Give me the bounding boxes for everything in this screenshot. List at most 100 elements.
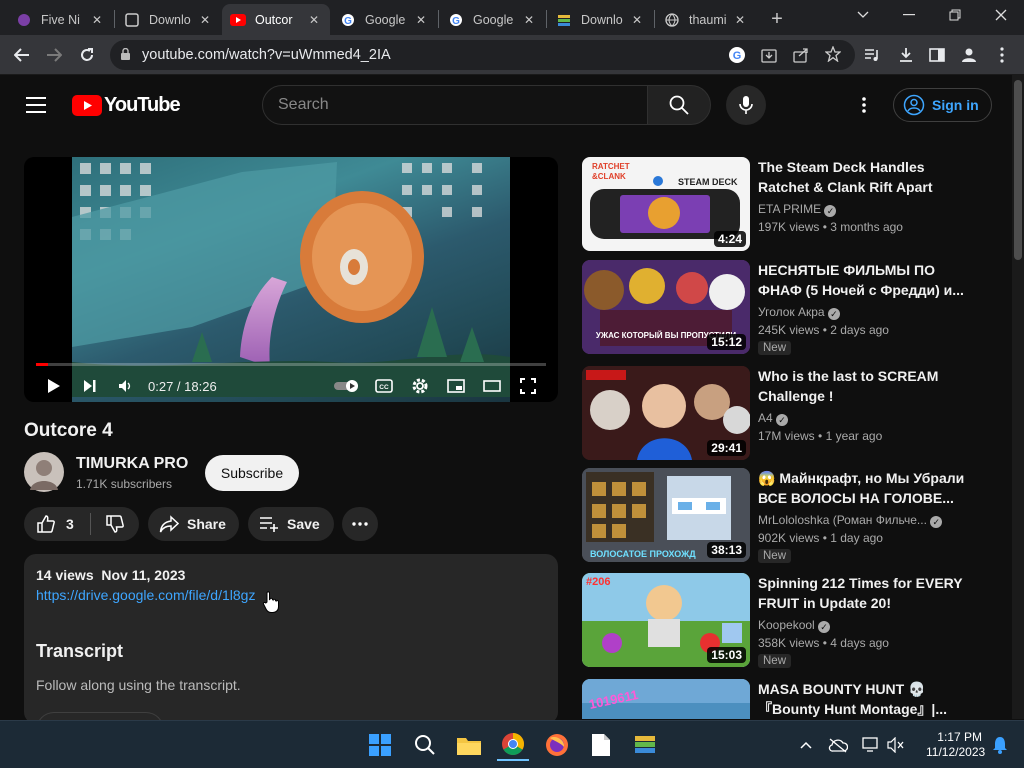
description-link[interactable]: https://drive.google.com/file/d/1l8gz [36,587,255,603]
windows-start-icon[interactable] [364,729,396,761]
restore-icon[interactable] [932,0,978,30]
volume-button[interactable] [116,375,136,397]
close-window-icon[interactable] [978,0,1024,30]
video-thumbnail[interactable]: УЖАС КОТОРЫЙ ВЫ ПРОПУСТИЛИ 15:12 [582,260,750,354]
recommendation-title[interactable]: 😱 Майнкрафт, но Мы Убрали ВСЕ ВОЛОСЫ НА … [758,468,968,508]
save-button[interactable]: Save [248,507,334,541]
notification-bell-icon[interactable] [984,729,1016,761]
notepad-icon[interactable] [585,729,617,761]
video-progress-bar[interactable] [36,363,546,366]
tab-search-chevron-icon[interactable] [840,0,886,30]
settings-button[interactable] [410,375,430,397]
voice-search-button[interactable] [726,85,766,125]
recommendation-title[interactable]: НЕСНЯТЫЕ ФИЛЬМЫ ПО ФНАФ (5 Ночей с Фредд… [758,260,968,300]
channel-avatar[interactable] [24,452,64,492]
recommendation-item[interactable]: STEAM DECK RATCHET &CLANK 4:24 The Steam… [582,157,1012,251]
play-button[interactable] [44,375,64,397]
file-explorer-icon[interactable] [453,729,485,761]
close-icon[interactable]: ✕ [732,13,748,27]
share-button[interactable]: Share [148,507,239,541]
minimize-icon[interactable] [886,0,932,30]
video-thumbnail[interactable]: 29:41 [582,366,750,460]
chrome-icon[interactable] [497,729,529,761]
close-icon[interactable]: ✕ [306,13,322,27]
tab-outcore-youtube[interactable]: Outcor ✕ [222,4,330,35]
bookmark-star-icon[interactable] [824,45,842,67]
video-thumbnail[interactable]: #206 15:03 [582,573,750,667]
volume-muted-icon[interactable] [880,729,912,761]
description-box[interactable]: 14 views Nov 11, 2023 https://drive.goog… [24,554,558,732]
profile-icon[interactable] [955,41,983,69]
tab-google-2[interactable]: G Google ✕ [440,4,545,35]
close-icon[interactable]: ✕ [521,13,537,27]
settings-more-icon[interactable] [862,97,866,118]
next-button[interactable] [80,375,100,397]
recommendation-item[interactable]: ВОЛОСАТОЕ ПРОХОЖД 38:13 😱 Майнкрафт, но … [582,468,1012,563]
fullscreen-button[interactable] [518,375,538,397]
recommendation-channel[interactable]: ETA PRIME ✓ [758,202,837,217]
url-text[interactable]: youtube.com/watch?v=uWmmed4_2IA [142,47,391,63]
recommendation-title[interactable]: Who is the last to SCREAM Challenge ! [758,366,968,406]
search-input[interactable]: Search [262,85,648,125]
recommendation-item[interactable]: УЖАС КОТОРЫЙ ВЫ ПРОПУСТИЛИ 15:12 НЕСНЯТЫ… [582,260,1012,355]
recommendation-channel[interactable]: MrLololoshka (Роман Фильче... ✓ [758,513,943,528]
recommendation-title[interactable]: The Steam Deck Handles Ratchet & Clank R… [758,157,968,197]
recommendation-item[interactable]: 1019611 MASA BOUNTY HUNT 💀 『Bounty Hunt … [582,679,1012,719]
close-icon[interactable]: ✕ [89,13,105,27]
search-button[interactable] [647,85,711,125]
hamburger-menu-icon[interactable] [26,97,46,118]
recommendation-channel[interactable]: Уголок Акра ✓ [758,305,840,320]
forward-arrow-icon[interactable] [40,41,68,69]
system-clock[interactable]: 1:17 PM 11/12/2023 [926,730,985,760]
tab-download-1[interactable]: Downlo ✕ [116,4,221,35]
tab-thaumi[interactable]: thaumi ✕ [656,4,756,35]
video-thumbnail[interactable]: 1019611 [582,679,750,719]
install-app-icon[interactable] [761,47,777,68]
thumbnail-text: ВОЛОСАТОЕ ПРОХОЖД [590,549,696,559]
cloud-off-icon[interactable] [822,729,854,761]
recommendation-item[interactable]: #206 15:03 Spinning 212 Times for EVERY … [582,573,1012,668]
page-scrollbar[interactable] [1012,75,1024,719]
recommendation-title[interactable]: MASA BOUNTY HUNT 💀 『Bounty Hunt Montage』… [758,679,968,719]
video-thumbnail[interactable]: ВОЛОСАТОЕ ПРОХОЖД 38:13 [582,468,750,562]
recommendation-item[interactable]: 29:41 Who is the last to SCREAM Challeng… [582,366,1012,460]
media-controls-icon[interactable] [858,41,886,69]
channel-name[interactable]: TIMURKA PRO [76,455,188,473]
show-hidden-icons-chevron-icon[interactable] [790,729,822,761]
video-player[interactable]: 0:27 / 18:26 CC [24,157,558,402]
scrollbar-thumb[interactable] [1014,80,1022,260]
close-icon[interactable]: ✕ [197,13,213,27]
tab-download-2[interactable]: Downlo ✕ [548,4,653,35]
dislike-button[interactable] [91,507,139,541]
search-icon[interactable] [409,729,441,761]
captions-button[interactable]: CC [374,375,394,397]
google-lens-icon[interactable]: G [728,46,746,69]
theater-mode-button[interactable] [482,375,502,397]
recommendation-channel[interactable]: Koopekool ✓ [758,618,831,633]
lock-icon[interactable] [120,47,131,66]
tab-five-nights[interactable]: Five Ni ✕ [8,4,113,35]
video-thumbnail[interactable]: STEAM DECK RATCHET &CLANK 4:24 [582,157,750,251]
recommendation-title[interactable]: Spinning 212 Times for EVERY FRUIT in Up… [758,573,968,613]
recommendation-channel[interactable]: A4 ✓ [758,411,789,426]
firefox-icon[interactable] [541,729,573,761]
back-arrow-icon[interactable] [8,41,36,69]
address-bar[interactable]: youtube.com/watch?v=uWmmed4_2IA G [110,40,855,70]
like-button[interactable]: 3 [24,507,90,541]
close-icon[interactable]: ✕ [629,13,645,27]
chrome-menu-icon[interactable] [988,41,1016,69]
bluestacks-icon[interactable] [629,729,661,761]
subscribe-button[interactable]: Subscribe [205,455,299,491]
new-tab-button[interactable]: + [762,4,792,35]
youtube-logo[interactable]: YouTube [72,94,181,117]
miniplayer-button[interactable] [446,375,466,397]
sign-in-button[interactable]: Sign in [893,88,992,122]
autoplay-toggle[interactable] [332,375,362,397]
more-actions-button[interactable] [342,507,378,541]
downloads-icon[interactable] [892,41,920,69]
reload-icon[interactable] [73,41,101,69]
tab-google-1[interactable]: G Google ✕ [332,4,437,35]
side-panel-icon[interactable] [923,41,951,69]
close-icon[interactable]: ✕ [413,13,429,27]
share-page-icon[interactable] [793,47,809,68]
